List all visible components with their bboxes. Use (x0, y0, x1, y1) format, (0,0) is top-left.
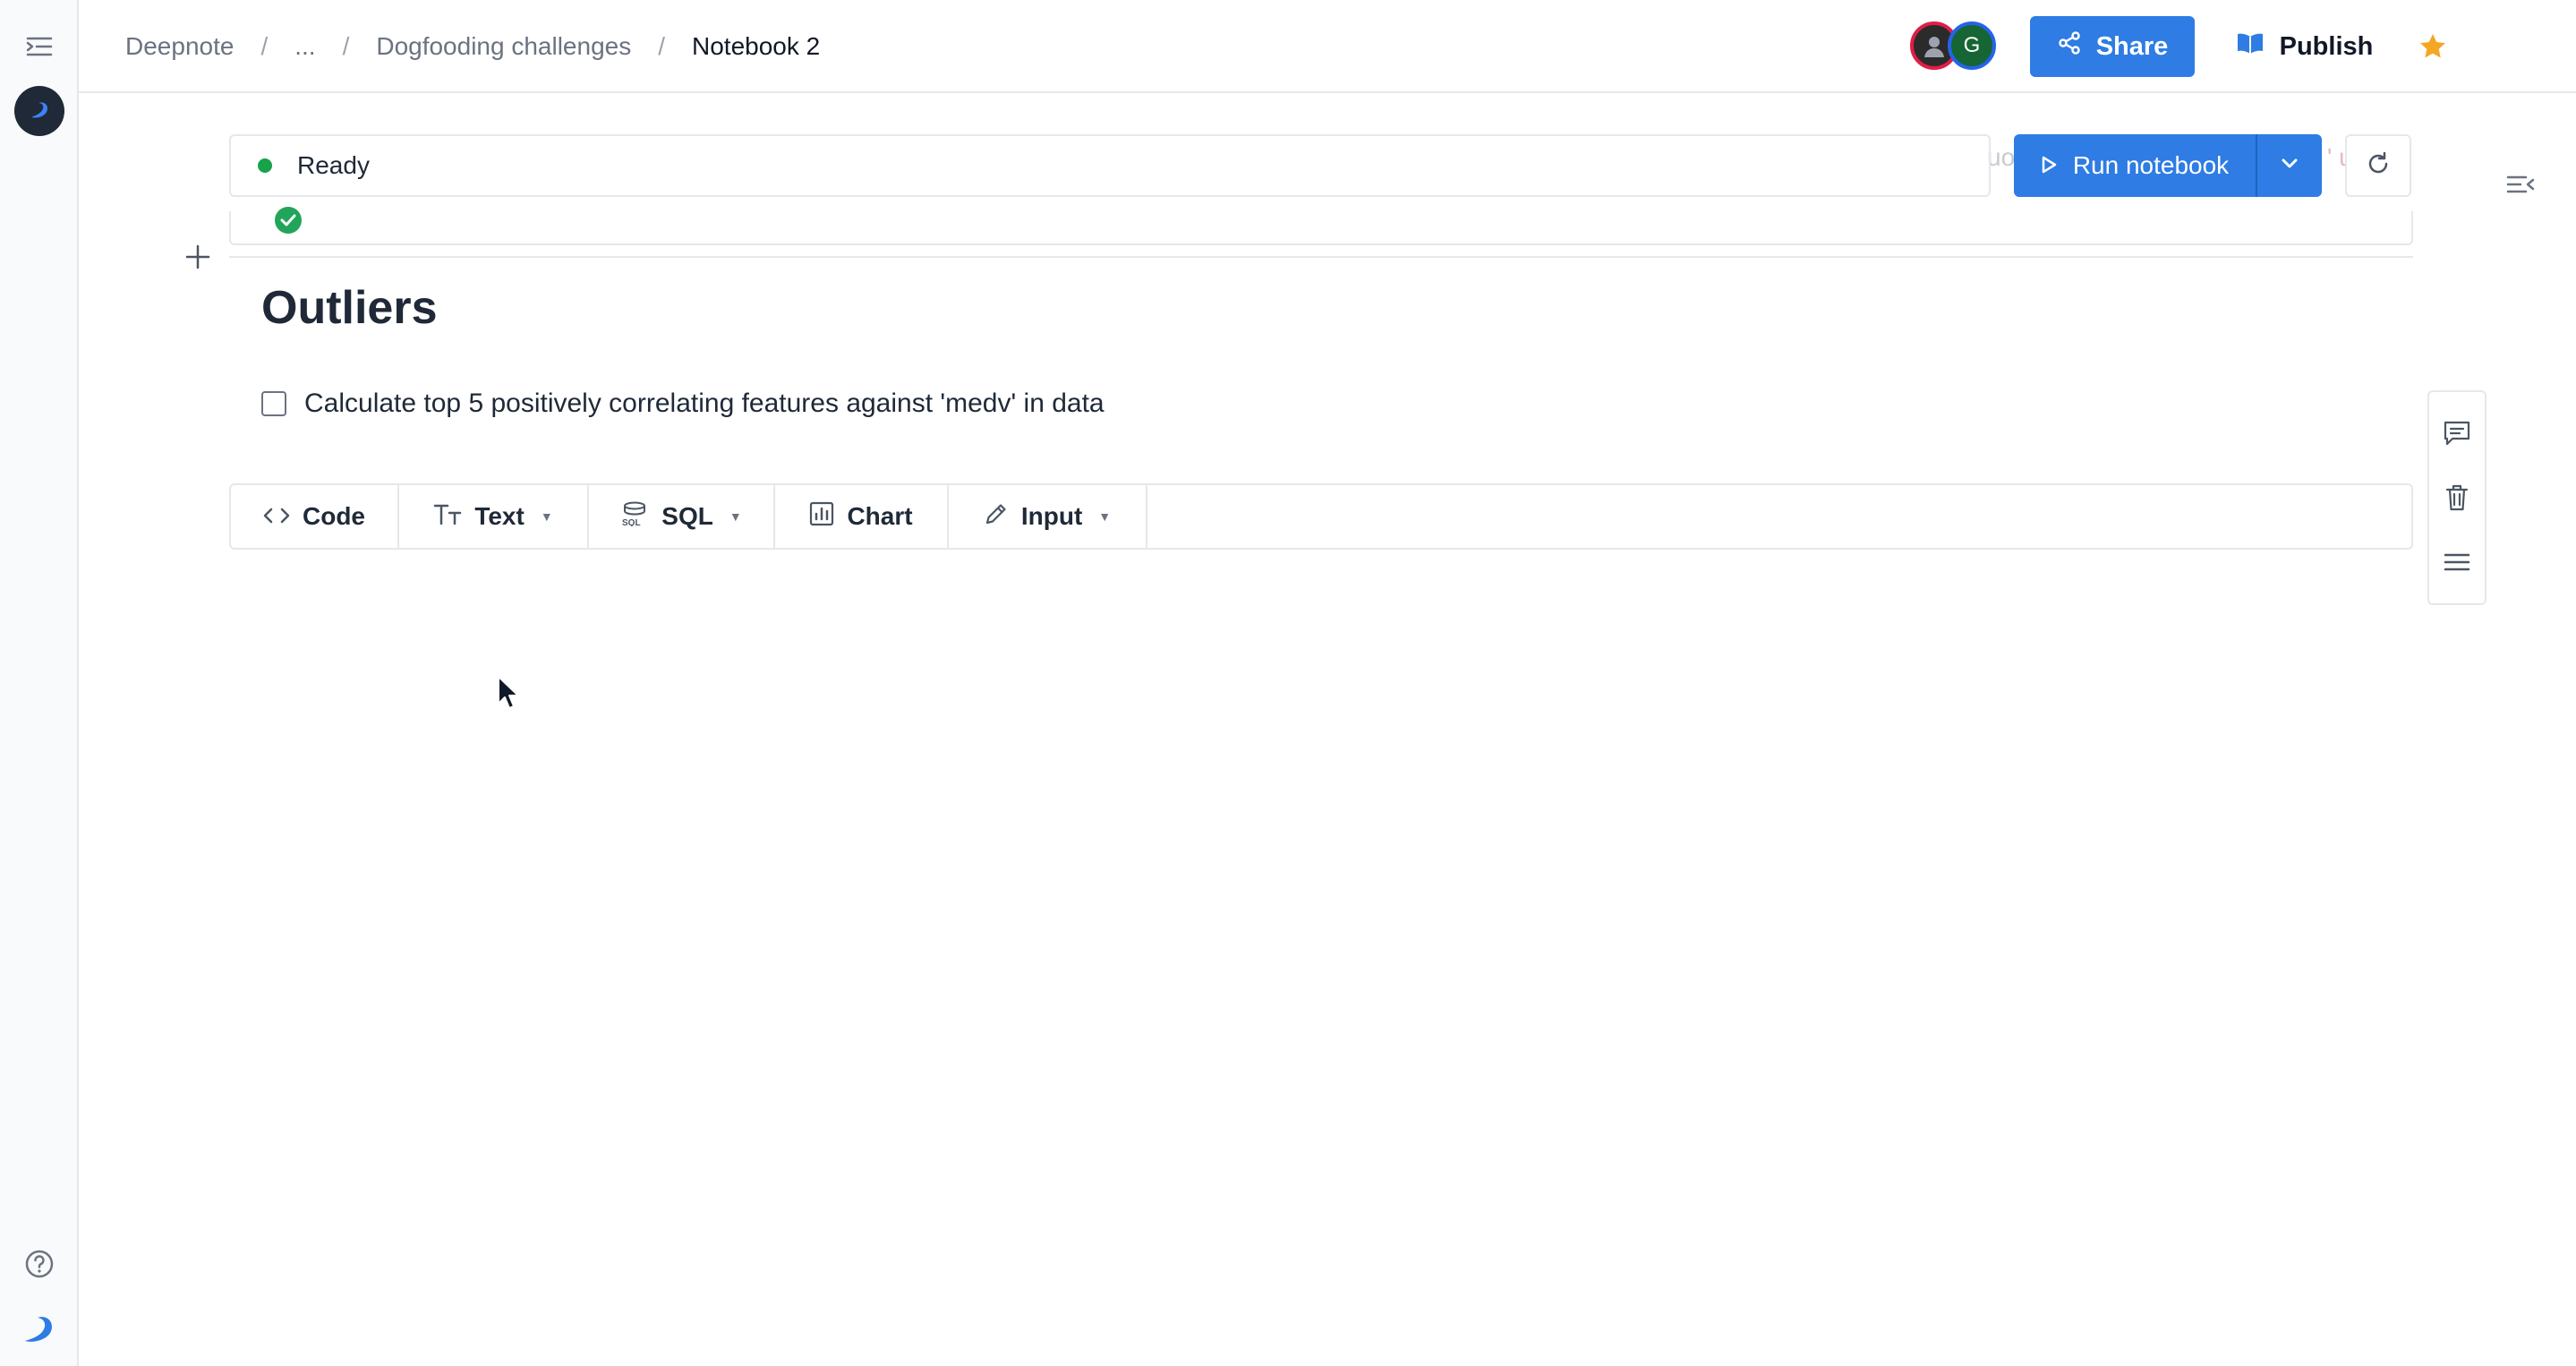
share-button[interactable]: Share (2030, 16, 2195, 77)
add-input-block-button[interactable]: Input ▼ (949, 485, 1147, 548)
workspace-logo-icon[interactable] (14, 86, 64, 136)
add-block-toolbar: Code Text ▼ SQL SQL ▼ Chart Input ▼ (229, 483, 2413, 550)
add-sql-block-button[interactable]: SQL SQL ▼ (589, 485, 775, 548)
block-side-actions (2427, 390, 2486, 605)
todo-text[interactable]: Calculate top 5 positively correlating f… (304, 388, 1105, 419)
kernel-status-bar[interactable]: Ready (229, 134, 1991, 197)
svg-text:SQL: SQL (622, 518, 641, 526)
help-icon[interactable] (21, 1246, 57, 1282)
deepnote-brand-icon[interactable] (20, 1309, 59, 1348)
share-icon (2057, 30, 2082, 63)
breadcrumb-root[interactable]: Deepnote (125, 32, 234, 61)
text-type-icon (433, 502, 462, 532)
todo-block[interactable]: Calculate top 5 positively correlating f… (261, 388, 1105, 419)
caret-down-icon: ▼ (1098, 509, 1112, 524)
refresh-button[interactable] (2345, 134, 2411, 197)
sql-icon: SQL (620, 501, 649, 533)
refresh-icon (2365, 150, 2392, 182)
cell-success-icon (269, 201, 308, 240)
run-notebook-label: Run notebook (2072, 151, 2230, 179)
top-header: Deepnote / ... / Dogfooding challenges /… (79, 0, 2576, 93)
left-rail (0, 0, 79, 1366)
add-chart-block-button[interactable]: Chart (775, 485, 949, 548)
outline-toggle-icon[interactable] (2501, 168, 2540, 201)
publish-button[interactable]: Publish (2223, 16, 2384, 77)
trash-icon[interactable] (2437, 478, 2477, 517)
block-divider (229, 256, 2413, 258)
breadcrumb: Deepnote / ... / Dogfooding challenges /… (125, 0, 820, 93)
avatar[interactable]: G (1948, 21, 1996, 70)
menu-icon[interactable] (2437, 542, 2477, 582)
status-ghost-text: uo (1987, 143, 2016, 171)
caret-down-icon: ▼ (540, 509, 553, 524)
run-notebook-button-group: Run notebook (2014, 134, 2322, 197)
code-icon (263, 502, 290, 531)
publish-label: Publish (2279, 31, 2374, 61)
mouse-cursor-icon (496, 675, 521, 711)
play-icon (2041, 151, 2057, 180)
status-text: Ready (297, 151, 370, 179)
bar-chart-icon (809, 501, 834, 533)
book-icon (2235, 30, 2265, 63)
comment-icon[interactable] (2437, 414, 2477, 453)
sidebar-toggle-icon[interactable] (21, 32, 57, 61)
more-horizontal-icon[interactable] (2571, 27, 2576, 66)
add-block-icon[interactable] (181, 240, 215, 274)
add-sql-label: SQL (661, 502, 713, 530)
breadcrumb-separator: / (658, 32, 666, 60)
breadcrumb-separator: / (342, 32, 350, 60)
add-input-label: Input (1020, 502, 1083, 530)
todo-checkbox[interactable] (261, 391, 286, 416)
chevron-down-icon (2281, 158, 2299, 175)
add-text-label: Text (474, 502, 525, 530)
caret-down-icon: ▼ (729, 509, 742, 524)
breadcrumb-notebook[interactable]: Notebook 2 (692, 32, 820, 61)
breadcrumb-ellipsis[interactable]: ... (294, 32, 315, 61)
heading-block[interactable]: Outliers (261, 281, 438, 335)
star-icon[interactable] (2413, 27, 2452, 66)
breadcrumb-separator: / (260, 32, 269, 60)
pencil-icon (984, 501, 1009, 533)
add-chart-label: Chart (847, 502, 913, 530)
share-label: Share (2095, 31, 2169, 61)
run-options-dropdown[interactable] (2256, 134, 2322, 197)
executed-cell[interactable] (229, 211, 2413, 245)
add-code-block-button[interactable]: Code (231, 485, 399, 548)
run-notebook-button[interactable]: Run notebook (2014, 134, 2256, 197)
add-text-block-button[interactable]: Text ▼ (399, 485, 589, 548)
status-indicator (258, 158, 272, 173)
collaborator-avatars: G (1910, 21, 1996, 72)
breadcrumb-project[interactable]: Dogfooding challenges (376, 32, 631, 61)
add-code-label: Code (303, 502, 365, 530)
